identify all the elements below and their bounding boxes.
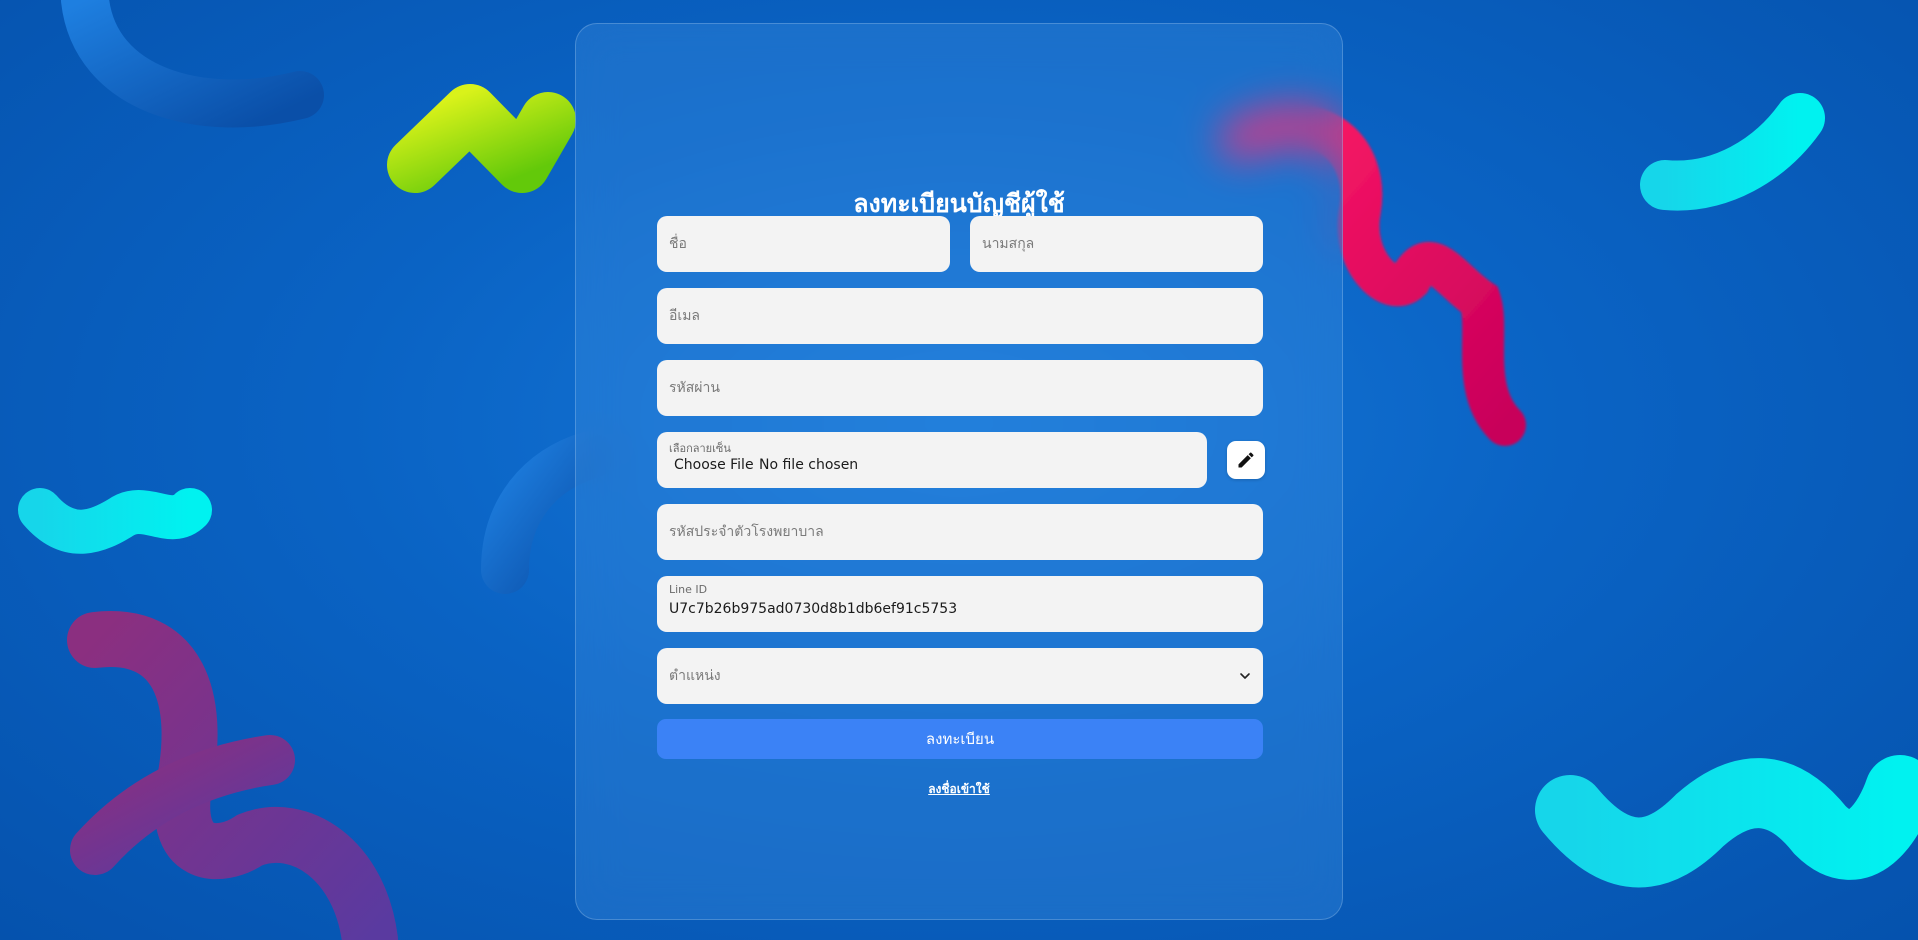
email-field[interactable]: อีเมล	[657, 288, 1263, 344]
edit-signature-button[interactable]	[1227, 441, 1265, 479]
first-name-field[interactable]: ชื่อ	[657, 216, 950, 272]
line-id-field[interactable]: Line ID U7c7b26b975ad0730d8b1db6ef91c575…	[657, 576, 1263, 632]
choose-file-button[interactable]: Choose File	[674, 457, 754, 473]
line-id-value: U7c7b26b975ad0730d8b1db6ef91c5753	[669, 601, 958, 617]
signature-label: เลือกลายเซ็น	[669, 442, 731, 455]
last-name-placeholder: นามสกุล	[982, 236, 1035, 252]
file-status-text: No file chosen	[759, 457, 859, 473]
pencil-icon	[1238, 452, 1254, 468]
line-id-label: Line ID	[669, 583, 708, 596]
password-placeholder: รหัสผ่าน	[669, 380, 720, 396]
position-select[interactable]: ตำแหน่ง	[657, 648, 1263, 704]
position-placeholder: ตำแหน่ง	[669, 668, 721, 684]
register-button[interactable]: ลงทะเบียน	[657, 719, 1263, 759]
hospital-code-placeholder: รหัสประจำตัวโรงพยาบาล	[669, 524, 824, 540]
password-field[interactable]: รหัสผ่าน	[657, 360, 1263, 416]
signature-file-field: เลือกลายเซ็น Choose File No file chosen	[657, 432, 1207, 488]
email-placeholder: อีเมล	[669, 308, 701, 324]
hospital-code-field[interactable]: รหัสประจำตัวโรงพยาบาล	[657, 504, 1263, 560]
registration-card: ลงทะเบียนบัญชีผู้ใช้ ชื่อ นามสกุล อีเมล …	[575, 23, 1343, 920]
login-link[interactable]: ลงชื่อเข้าใช้	[576, 780, 1342, 799]
chevron-down-icon	[1240, 673, 1250, 679]
last-name-field[interactable]: นามสกุล	[970, 216, 1263, 272]
first-name-placeholder: ชื่อ	[669, 236, 687, 252]
